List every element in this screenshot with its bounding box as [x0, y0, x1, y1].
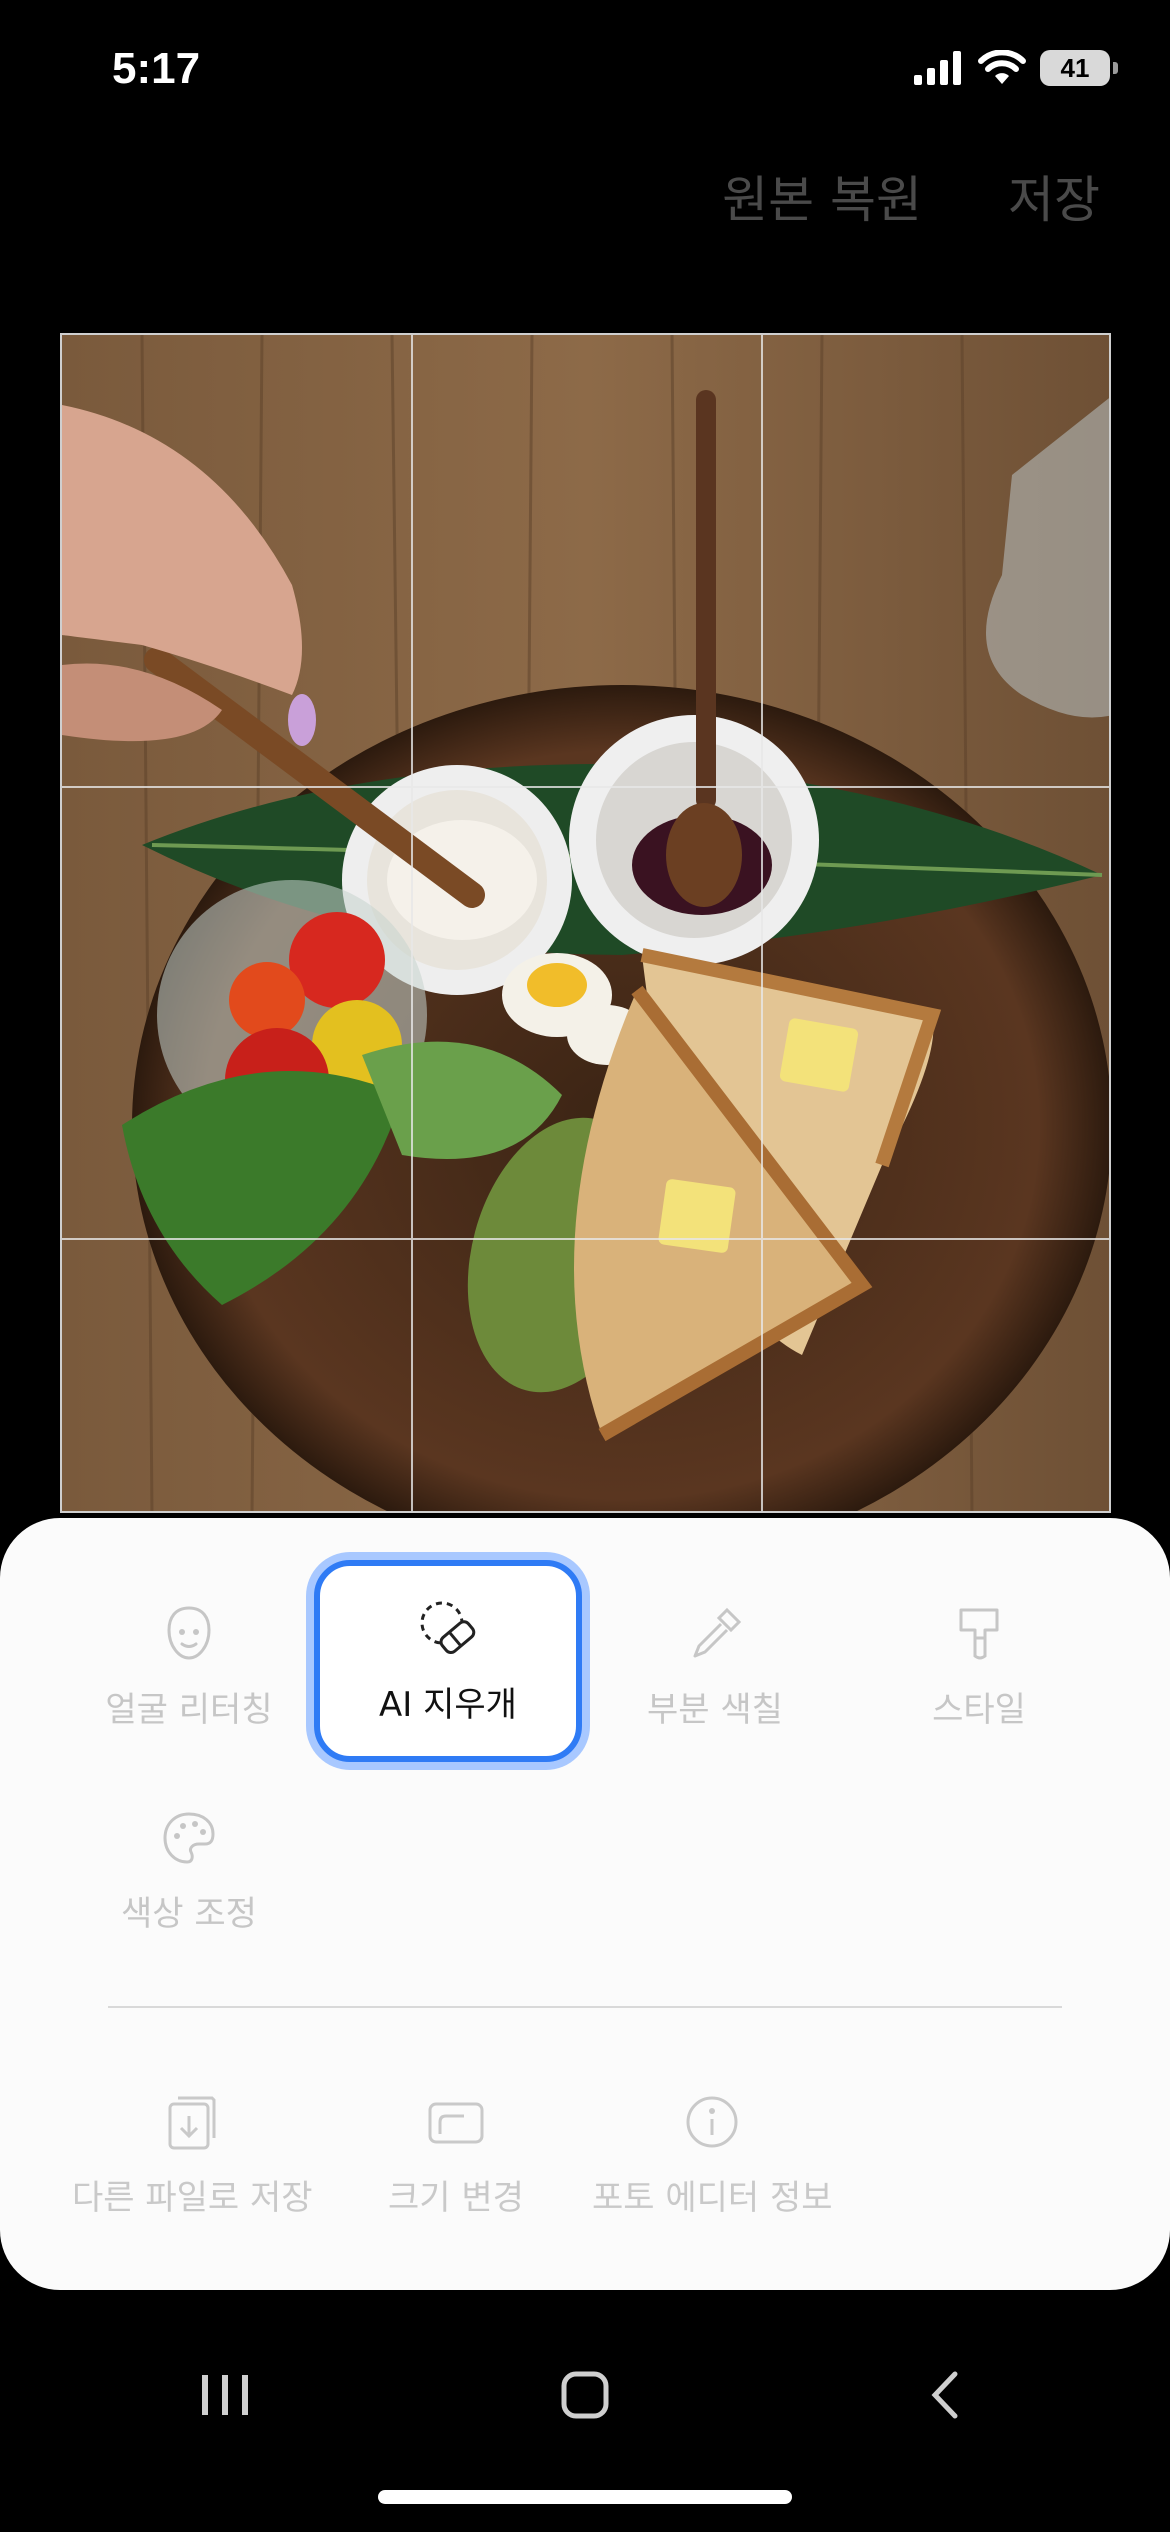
save-as-button[interactable]: 다른 파일로 저장 [72, 2090, 313, 2219]
eyedropper-icon [693, 1607, 742, 1657]
back-button[interactable] [905, 2355, 985, 2435]
tool-label: 색상 조정 [121, 1893, 257, 1934]
status-bar: 5:17 41 [0, 0, 1170, 150]
save-as-icon [168, 2096, 216, 2150]
photo-editor-info-button[interactable]: 포토 에디터 정보 [592, 2090, 833, 2219]
tool-label: 스타일 [932, 1689, 1026, 1730]
photo-canvas[interactable] [60, 333, 1111, 1513]
tool-style[interactable]: 스타일 [848, 1566, 1110, 1766]
face-icon [167, 1605, 211, 1660]
status-icons: 41 [914, 50, 1118, 86]
status-time: 5:17 [112, 44, 201, 93]
home-icon [561, 2371, 609, 2419]
tool-label: 얼굴 리터칭 [105, 1689, 273, 1730]
signal-icon [914, 51, 961, 85]
photo-image [62, 335, 1109, 1511]
tool-face-retouch[interactable]: 얼굴 리터칭 [58, 1566, 320, 1766]
tool-label: 부분 색칠 [647, 1689, 783, 1730]
tool-ai-eraser[interactable]: AI 지우개 [314, 1560, 582, 1762]
home-indicator [378, 2490, 792, 2504]
top-actions: 원본 복원 저장 [722, 160, 1100, 232]
resize-button[interactable]: 크기 변경 [388, 2090, 524, 2219]
battery-indicator: 41 [1040, 50, 1118, 86]
action-label: 포토 에디터 정보 [592, 2178, 833, 2218]
divider [108, 2006, 1062, 2008]
home-button[interactable] [545, 2355, 625, 2435]
recent-apps-icon [202, 2375, 248, 2415]
restore-original-button[interactable]: 원본 복원 [722, 160, 922, 232]
info-icon [686, 2096, 738, 2148]
save-button[interactable]: 저장 [1008, 160, 1100, 232]
editor-tools-sheet: 얼굴 리터칭 AI 지우개 부분 색칠 스타일 색상 조정 다른 파일로 저장 … [0, 1518, 1170, 2290]
navigation-bar [0, 2335, 1170, 2455]
eraser-icon [420, 1601, 476, 1654]
recent-apps-button[interactable] [185, 2355, 265, 2435]
tool-color-adjust[interactable]: 색상 조정 [58, 1770, 320, 1970]
resize-icon [428, 2102, 484, 2144]
back-icon [931, 2371, 958, 2419]
tool-partial-color[interactable]: 부분 색칠 [584, 1566, 846, 1766]
palette-icon [163, 1811, 215, 1864]
tool-label: AI 지우개 [379, 1684, 517, 1725]
action-label: 다른 파일로 저장 [72, 2178, 313, 2218]
wifi-icon [978, 50, 1026, 84]
paintbrush-icon [959, 1608, 999, 1659]
action-label: 크기 변경 [388, 2178, 524, 2218]
